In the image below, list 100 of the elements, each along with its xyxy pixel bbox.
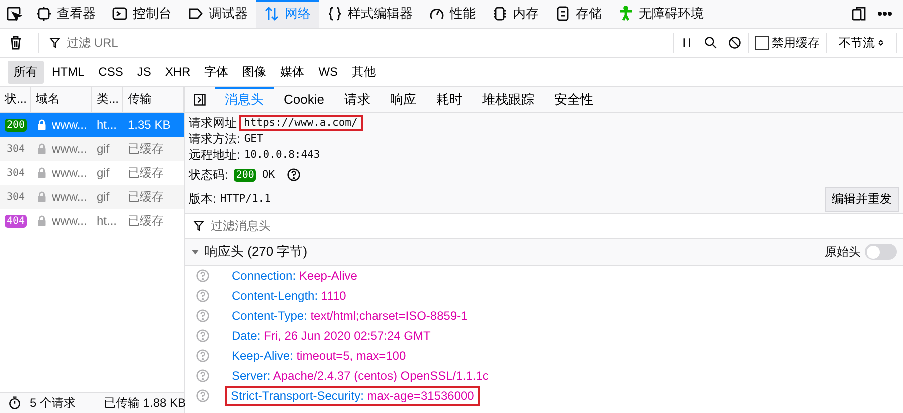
type-filter-button[interactable]: 媒体: [274, 60, 311, 84]
resend-button[interactable]: 编辑并重发: [825, 186, 899, 212]
storage-icon: [555, 6, 571, 22]
domain-text: www...: [52, 190, 88, 204]
column-header[interactable]: 状...: [0, 87, 31, 112]
type-filter-button[interactable]: HTML: [46, 62, 91, 82]
domain-text: www...: [52, 214, 88, 228]
type-filter-button[interactable]: XHR: [159, 62, 197, 82]
header-entry: Strict-Transport-Security: max-age=31536000: [228, 389, 478, 403]
header-entry: Keep-Alive: timeout=5, max=100: [232, 349, 406, 363]
transfer-text: 1.35 KB: [128, 118, 171, 132]
field-value: https://www.a.com/: [241, 117, 361, 129]
disable-cache-checkbox[interactable]: 禁用缓存: [755, 34, 820, 52]
detail-tab[interactable]: 请求: [334, 87, 380, 112]
field-label: 请求网址: [189, 114, 237, 132]
filter-headers-field[interactable]: 过滤消息头: [209, 218, 413, 234]
header-entry: Server: Apache/2.4.37 (centos) OpenSSL/1.1.1c: [232, 369, 489, 383]
header-entry: Content-Type: text/html;charset=ISO-8859-1: [232, 309, 468, 323]
lock-icon: [36, 143, 48, 155]
column-header[interactable]: 传输: [123, 87, 184, 112]
status-badge: 404: [5, 214, 28, 228]
devtools-tab[interactable]: 无障碍环境: [610, 0, 712, 28]
transfer-text: 已缓存: [128, 188, 164, 206]
type-filter-button[interactable]: JS: [131, 62, 158, 82]
devtools-tab[interactable]: 性能: [421, 0, 484, 28]
status-code: 304: [6, 166, 26, 180]
arrows-icon: [264, 6, 280, 22]
detail-tab[interactable]: 响应: [380, 87, 426, 112]
header-entry: Content-Length: 1110: [232, 289, 346, 303]
twisty-icon[interactable]: [191, 248, 200, 256]
status-badge: 200: [234, 168, 256, 182]
lock-icon: [36, 119, 48, 131]
debugger-icon: [188, 6, 204, 22]
filter-icon: [49, 37, 61, 49]
devtools-tab[interactable]: 控制台: [104, 0, 180, 28]
type-filter-button[interactable]: CSS: [92, 62, 130, 82]
console-icon: [112, 6, 128, 22]
filter-icon: [193, 220, 205, 232]
field-label: 远程地址:: [189, 146, 240, 164]
domain-text: www...: [52, 142, 88, 156]
column-header[interactable]: 域名: [31, 87, 92, 112]
transfer-text: 已缓存: [128, 164, 164, 182]
type-text: gif: [97, 166, 110, 180]
type-filter-button[interactable]: 图像: [236, 60, 273, 84]
field-label: 请求方法:: [189, 130, 240, 148]
detail-tab[interactable]: 耗时: [426, 87, 472, 112]
element-picker-icon[interactable]: [6, 6, 22, 22]
devtools-tab[interactable]: 调试器: [180, 0, 256, 28]
filter-url-field[interactable]: 过滤 URL: [65, 35, 269, 51]
column-header[interactable]: 类...: [92, 87, 123, 112]
updown-icon: [878, 38, 884, 48]
throttle-dropdown[interactable]: 不节流: [833, 34, 890, 52]
lock-icon: [36, 215, 48, 227]
raw-headers-toggle[interactable]: [865, 244, 897, 260]
field-value: GET: [244, 133, 264, 145]
header-entry: Date: Fri, 26 Jun 2020 02:57:24 GMT: [232, 329, 431, 343]
braces-icon: [327, 6, 343, 22]
field-value: HTTP/1.1: [220, 193, 271, 205]
header-entry: Connection: Keep-Alive: [232, 269, 358, 283]
type-filter-button[interactable]: 所有: [8, 60, 44, 84]
transfer-text: 已缓存: [128, 140, 164, 158]
detail-tab[interactable]: 消息头: [215, 87, 274, 112]
detail-tab[interactable]: 堆栈跟踪: [472, 87, 544, 112]
devtools-tab[interactable]: 查看器: [28, 0, 104, 28]
sidebar-toggle-icon[interactable]: [193, 92, 207, 106]
devtools-tab[interactable]: 样式编辑器: [319, 0, 421, 28]
domain-text: www...: [52, 118, 88, 132]
type-filter-button[interactable]: 其他: [346, 60, 382, 84]
detail-tab[interactable]: Cookie: [274, 87, 334, 112]
inspector-icon: [36, 6, 52, 22]
dock-icon[interactable]: [851, 6, 867, 22]
help-icon[interactable]: [287, 168, 302, 182]
devtools-tab[interactable]: 内存: [484, 0, 547, 28]
person-icon: [618, 6, 634, 22]
request-row[interactable]: 200 www... ht... 1.35 KB: [0, 113, 184, 137]
field-label: 版本:: [189, 190, 216, 208]
status-code: 304: [6, 142, 26, 156]
search-icon[interactable]: [704, 36, 718, 50]
detail-tab[interactable]: 安全性: [544, 87, 604, 112]
status-badge: 200: [5, 118, 28, 132]
chip-icon: [492, 6, 508, 22]
raw-headers-label: 原始头: [825, 244, 861, 260]
request-row[interactable]: 304 www... gif 已缓存: [0, 137, 184, 161]
type-filter-button[interactable]: WS: [312, 62, 344, 82]
lock-icon: [36, 191, 48, 203]
devtools-tab[interactable]: 存储: [547, 0, 610, 28]
type-text: gif: [97, 190, 110, 204]
type-text: gif: [97, 142, 110, 156]
block-icon[interactable]: [728, 36, 742, 50]
stopwatch-icon: [8, 396, 22, 410]
trash-icon[interactable]: [8, 35, 24, 51]
section-title: 响应头 (270 字节): [205, 243, 308, 261]
status-code: 304: [6, 190, 26, 204]
request-count: 5 个请求: [30, 394, 76, 412]
field-label: 状态码:: [189, 166, 228, 184]
request-row[interactable]: 304 www... gif 已缓存: [0, 185, 184, 209]
domain-text: www...: [52, 166, 88, 180]
type-filter-button[interactable]: 字体: [198, 60, 235, 84]
gauge-icon: [429, 6, 445, 22]
lock-icon: [36, 167, 48, 179]
